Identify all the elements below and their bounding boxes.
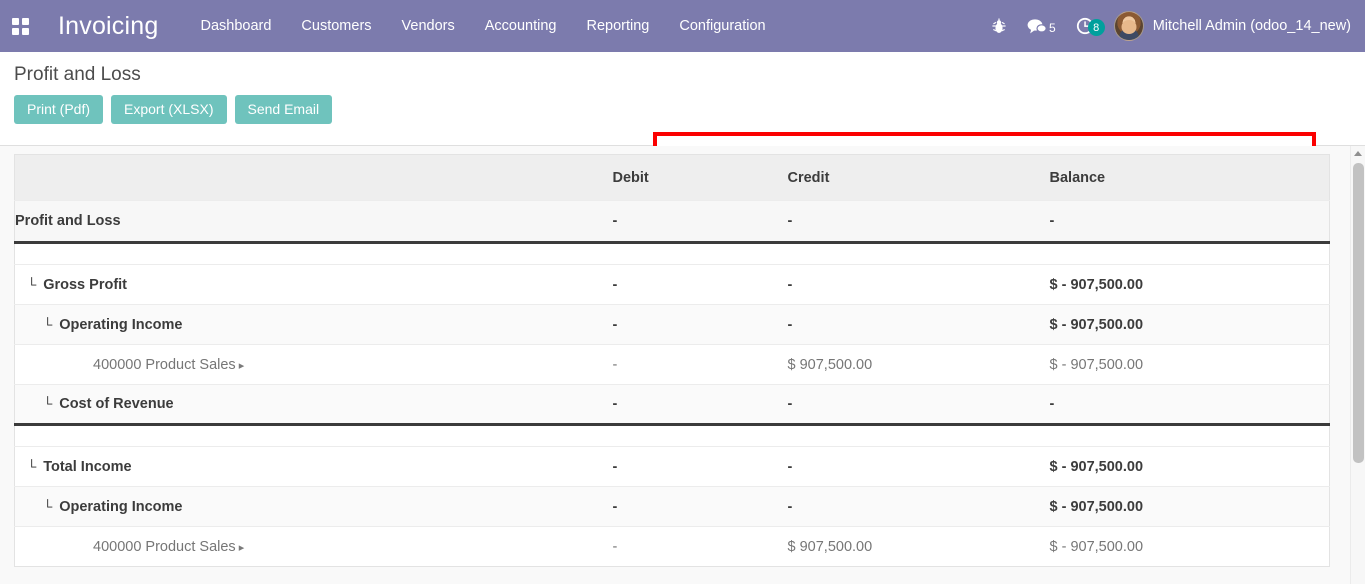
top-navbar: Invoicing Dashboard Customers Vendors Ac… (0, 0, 1365, 52)
indent-hook-icon: ┘ (43, 499, 52, 514)
control-panel: Profit and Loss Print (Pdf) Export (XLSX… (0, 52, 1365, 146)
row-label-cell[interactable]: 400000 Product Sales▸ (15, 527, 613, 567)
table-row[interactable]: Profit and Loss--- (15, 201, 1330, 243)
row-debit-cell: - (613, 305, 788, 345)
row-label-cell[interactable]: ┘ Cost of Revenue (15, 385, 613, 425)
indent-hook-icon: ┘ (27, 277, 36, 292)
table-spacer-row (15, 425, 1330, 447)
row-label-cell[interactable]: Profit and Loss (15, 201, 613, 243)
row-debit-cell: - (613, 345, 788, 385)
row-credit-cell: - (788, 385, 1050, 425)
menu-item-reporting[interactable]: Reporting (587, 18, 650, 34)
row-label-cell[interactable]: ┘ Total Income (15, 447, 613, 487)
row-label: 400000 Product Sales (93, 357, 236, 373)
table-head: Debit Credit Balance (15, 155, 1330, 201)
col-header-name (15, 155, 613, 201)
report-area: Debit Credit Balance Profit and Loss---┘… (0, 146, 1365, 584)
row-label-cell[interactable]: ┘ Gross Profit (15, 265, 613, 305)
app-brand-invoicing[interactable]: Invoicing (58, 12, 158, 41)
row-debit-cell: - (613, 201, 788, 243)
row-balance-cell: $ - 907,500.00 (1050, 527, 1330, 567)
row-debit-cell: - (613, 487, 788, 527)
row-debit-cell: - (613, 447, 788, 487)
row-balance-cell: $ - 907,500.00 (1050, 305, 1330, 345)
row-debit-cell: - (613, 385, 788, 425)
table-row[interactable]: 400000 Product Sales▸-$ 907,500.00$ - 90… (15, 345, 1330, 385)
expand-triangle-icon[interactable]: ▸ (239, 541, 245, 554)
page-title: Profit and Loss (14, 64, 1349, 86)
table-header-row: Debit Credit Balance (15, 155, 1330, 201)
row-balance-cell: - (1050, 201, 1330, 243)
col-header-balance: Balance (1050, 155, 1330, 201)
activities-count-badge: 8 (1088, 19, 1105, 36)
row-label: Total Income (43, 459, 131, 475)
row-debit-cell: - (613, 527, 788, 567)
row-balance-cell: $ - 907,500.00 (1050, 265, 1330, 305)
profit-and-loss-table: Debit Credit Balance Profit and Loss---┘… (14, 154, 1330, 567)
table-row[interactable]: ┘Cost of Revenue--- (15, 385, 1330, 425)
table-row[interactable]: ┘Operating Income--$ - 907,500.00 (15, 487, 1330, 527)
row-credit-cell: - (788, 265, 1050, 305)
user-menu-button[interactable]: Mitchell Admin (odoo_14_new) (1114, 11, 1351, 41)
table-row[interactable]: ┘Gross Profit--$ - 907,500.00 (15, 265, 1330, 305)
messages-button[interactable]: 5 (1027, 18, 1056, 35)
bug-icon (991, 17, 1007, 35)
menu-item-dashboard[interactable]: Dashboard (200, 18, 271, 34)
row-label: Gross Profit (43, 277, 127, 293)
vertical-scrollbar[interactable] (1350, 146, 1365, 584)
table-body: Profit and Loss---┘Gross Profit--$ - 907… (15, 201, 1330, 567)
activities-button[interactable]: 8 (1076, 17, 1094, 35)
chat-bubble-icon (1027, 18, 1047, 35)
row-label: Profit and Loss (15, 213, 121, 229)
indent-hook-icon: ┘ (43, 317, 52, 332)
menu-item-vendors[interactable]: Vendors (402, 18, 455, 34)
menu-item-customers[interactable]: Customers (301, 18, 371, 34)
row-debit-cell: - (613, 265, 788, 305)
username-label: Mitchell Admin (odoo_14_new) (1153, 18, 1351, 34)
row-label-cell[interactable]: 400000 Product Sales▸ (15, 345, 613, 385)
menu-item-configuration[interactable]: Configuration (679, 18, 765, 34)
navbar-right-group: 5 8 Mitchell Admin (odoo_14_new) (991, 0, 1351, 52)
row-credit-cell: - (788, 447, 1050, 487)
col-header-credit: Credit (788, 155, 1050, 201)
row-credit-cell: $ 907,500.00 (788, 345, 1050, 385)
export-xlsx-button[interactable]: Export (XLSX) (111, 95, 226, 124)
menu-item-accounting[interactable]: Accounting (485, 18, 557, 34)
row-label: 400000 Product Sales (93, 539, 236, 555)
avatar (1114, 11, 1144, 41)
row-balance-cell: $ - 907,500.00 (1050, 345, 1330, 385)
expand-triangle-icon[interactable]: ▸ (239, 359, 245, 372)
row-label: Operating Income (59, 317, 182, 333)
send-email-button[interactable]: Send Email (235, 95, 333, 124)
messages-count: 5 (1049, 21, 1056, 35)
row-credit-cell: - (788, 201, 1050, 243)
apps-grid-icon (12, 18, 29, 35)
row-balance-cell: $ - 907,500.00 (1050, 487, 1330, 527)
col-header-debit: Debit (613, 155, 788, 201)
row-label-cell[interactable]: ┘ Operating Income (15, 487, 613, 527)
row-credit-cell: - (788, 487, 1050, 527)
row-label-cell[interactable]: ┘ Operating Income (15, 305, 613, 345)
main-menu: Dashboard Customers Vendors Accounting R… (200, 18, 765, 34)
apps-menu-button[interactable] (0, 0, 40, 52)
table-row[interactable]: 400000 Product Sales▸-$ 907,500.00$ - 90… (15, 527, 1330, 567)
indent-hook-icon: ┘ (43, 396, 52, 411)
debug-menu-button[interactable] (991, 17, 1007, 35)
row-balance-cell: - (1050, 385, 1330, 425)
indent-hook-icon: ┘ (27, 459, 36, 474)
row-credit-cell: - (788, 305, 1050, 345)
row-label: Cost of Revenue (59, 396, 173, 412)
report-actions: Print (Pdf) Export (XLSX) Send Email (14, 95, 1349, 124)
scrollbar-thumb[interactable] (1353, 163, 1364, 463)
table-row[interactable]: ┘Total Income--$ - 907,500.00 (15, 447, 1330, 487)
row-credit-cell: $ 907,500.00 (788, 527, 1050, 567)
table-spacer-row (15, 243, 1330, 265)
row-label: Operating Income (59, 499, 182, 515)
table-row[interactable]: ┘Operating Income--$ - 907,500.00 (15, 305, 1330, 345)
print-pdf-button[interactable]: Print (Pdf) (14, 95, 103, 124)
scroll-up-arrow[interactable] (1351, 146, 1365, 161)
row-balance-cell: $ - 907,500.00 (1050, 447, 1330, 487)
